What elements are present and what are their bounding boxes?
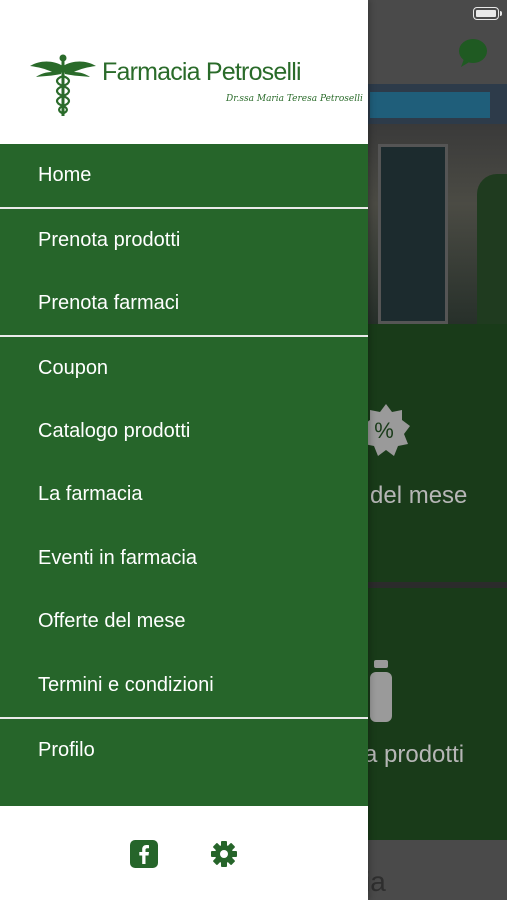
- battery-icon: [473, 7, 502, 20]
- menu-item-eventi[interactable]: Eventi in farmacia: [0, 527, 368, 589]
- menu-item-offerte[interactable]: Offerte del mese: [0, 590, 368, 652]
- menu-item-label: Offerte del mese: [38, 610, 186, 632]
- menu-item-catalogo-prodotti[interactable]: Catalogo prodotti: [0, 400, 368, 462]
- menu-item-label: La farmacia: [38, 483, 143, 505]
- menu-item-termini[interactable]: Termini e condizioni: [0, 654, 368, 716]
- menu-item-label: Prenota prodotti: [38, 229, 181, 251]
- navigation-drawer: Farmacia Petroselli Dr.ssa Maria Teresa …: [0, 0, 368, 900]
- pharmacy-photo: [360, 84, 507, 324]
- menu-item-label: Prenota farmaci: [38, 292, 180, 314]
- caduceus-logo-icon: [30, 54, 96, 116]
- menu-item-la-farmacia[interactable]: La farmacia: [0, 463, 368, 525]
- menu-item-label: Termini e condizioni: [38, 674, 214, 696]
- drawer-header: Farmacia Petroselli Dr.ssa Maria Teresa …: [0, 0, 368, 144]
- gear-icon[interactable]: [210, 840, 238, 868]
- offers-tile-label: del mese: [370, 482, 468, 509]
- drawer-menu: Home Prenota prodotti Prenota farmaci Co…: [0, 144, 368, 806]
- chat-icon[interactable]: [456, 36, 490, 70]
- drawer-footer: [0, 806, 368, 900]
- bottle-icon: [370, 660, 392, 722]
- menu-item-label: Coupon: [38, 357, 109, 379]
- catalog-tile-label: a prodotti: [364, 741, 465, 768]
- menu-item-profilo[interactable]: Profilo: [0, 719, 368, 781]
- badge-symbol: %: [374, 418, 394, 443]
- menu-item-label: Catalogo prodotti: [38, 420, 191, 442]
- menu-item-label: Home: [38, 164, 92, 186]
- brand-signature: Dr.ssa Maria Teresa Petroselli: [226, 94, 363, 104]
- menu-item-prenota-farmaci[interactable]: Prenota farmaci: [0, 272, 368, 334]
- brand-name: Farmacia Petroselli: [102, 58, 302, 86]
- menu-item-label: Profilo: [38, 739, 95, 761]
- menu-item-label: Eventi in farmacia: [38, 547, 197, 569]
- facebook-icon[interactable]: [130, 840, 158, 868]
- menu-item-coupon[interactable]: Coupon: [0, 337, 368, 399]
- menu-item-prenota-prodotti[interactable]: Prenota prodotti: [0, 209, 368, 271]
- menu-item-home[interactable]: Home: [0, 144, 368, 206]
